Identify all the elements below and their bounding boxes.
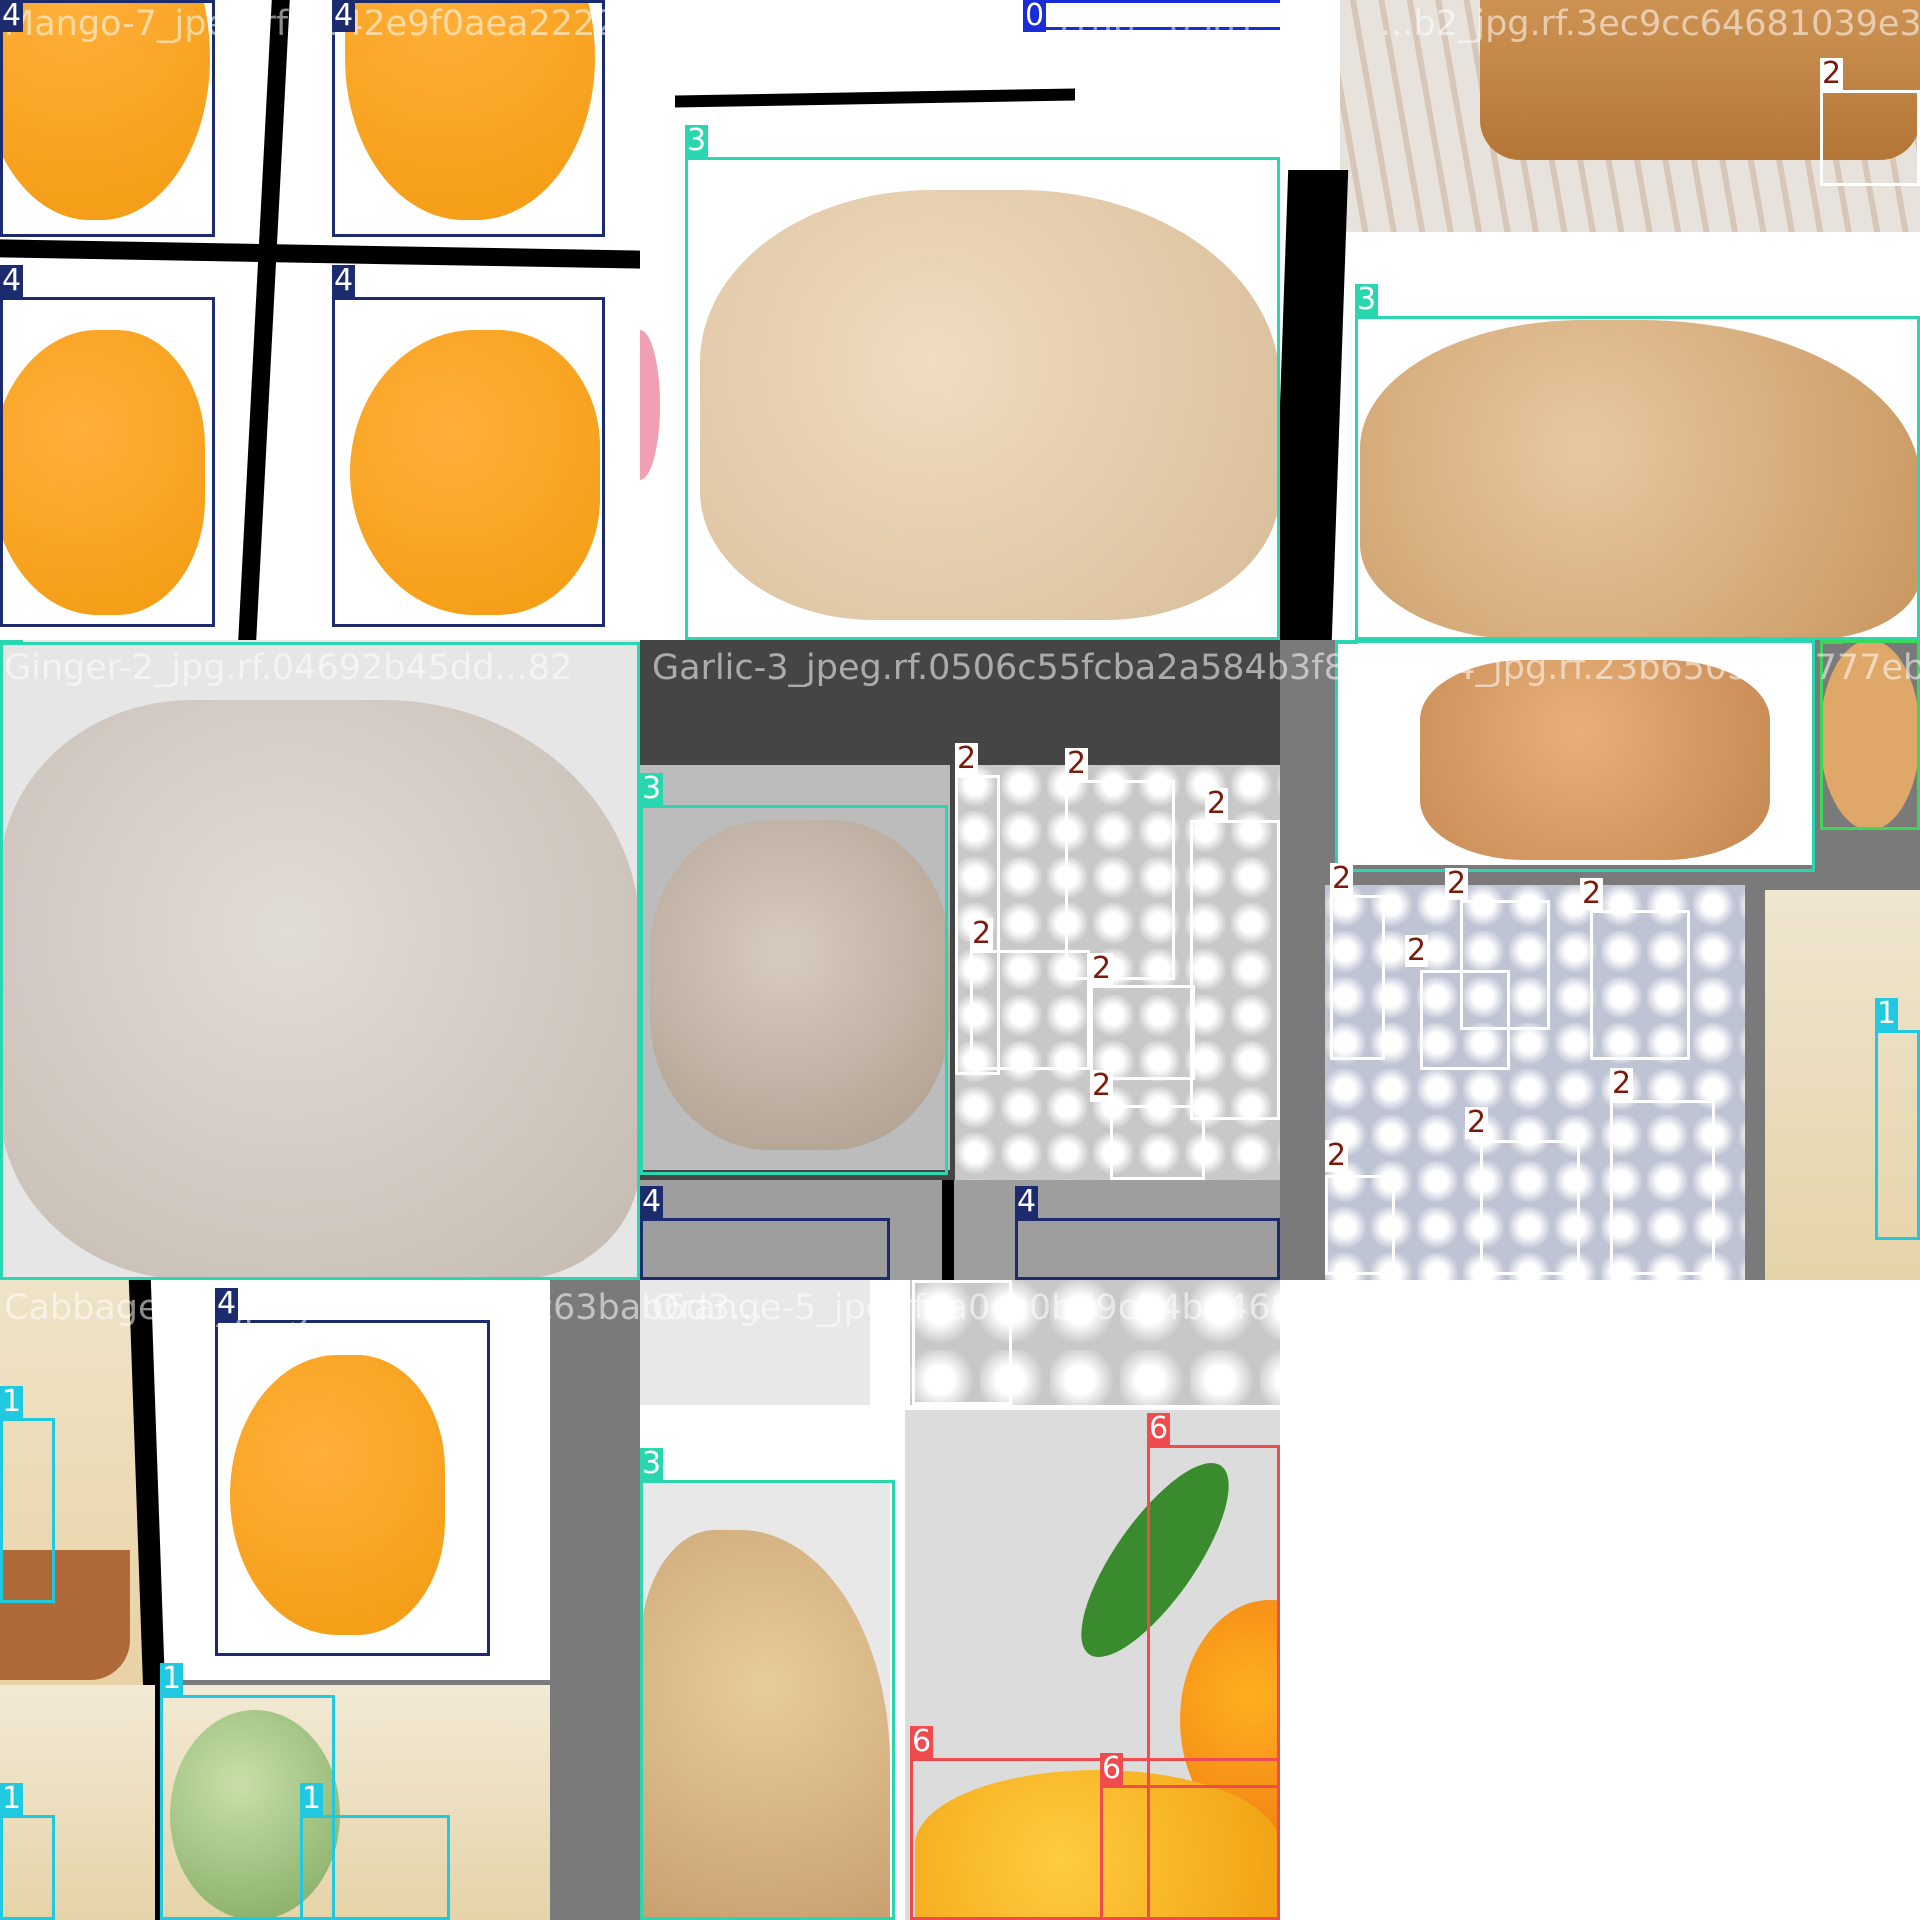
filename-caption: ...ato-4_jpg.rf.23b6503e4a777ebde6 bbox=[1350, 648, 1920, 688]
filename-caption: Ginger-2_jpg.rf.04692b45dd...82 bbox=[4, 648, 573, 688]
class-label: 1 bbox=[0, 1384, 24, 1419]
garlic-tile: 3 8 1 2 2 2 2 2 2 2 bbox=[1280, 640, 1920, 1280]
class-label: 3 bbox=[1355, 282, 1379, 317]
bbox-ginger bbox=[640, 805, 948, 1175]
class-label: 2 bbox=[1090, 951, 1114, 986]
class-label: 2 bbox=[970, 916, 994, 951]
class-label: 6 bbox=[910, 1724, 934, 1759]
class-label: 2 bbox=[1090, 1068, 1114, 1103]
filename-caption: ...b2_jpg.rf.3ec9cc64681039e31dc bbox=[1380, 4, 1920, 44]
garlic-tile: 3 2 2 2 2 2 2 4 4 bbox=[640, 640, 1280, 1280]
bbox-ginger bbox=[685, 157, 1280, 640]
bbox-garlic bbox=[1190, 820, 1280, 1120]
cabbage-tile: 4 1 1 1 1 bbox=[0, 1280, 640, 1920]
class-label: 1 bbox=[1875, 996, 1899, 1031]
class-label: 2 bbox=[1445, 866, 1469, 901]
class-label: 4 bbox=[0, 0, 24, 33]
class-label: 4 bbox=[0, 263, 24, 298]
bbox-mango bbox=[1015, 1218, 1280, 1280]
class-label: 2 bbox=[1820, 56, 1844, 91]
class-label: 6 bbox=[1100, 1751, 1124, 1786]
black-wedge bbox=[0, 239, 640, 269]
bbox-garlic bbox=[1325, 1175, 1395, 1275]
class-label: 3 bbox=[1335, 640, 1359, 644]
bbox-garlic bbox=[1420, 970, 1510, 1070]
bbox-cabbage bbox=[1875, 1030, 1920, 1240]
class-label: 2 bbox=[1580, 876, 1604, 911]
ginger-tile: 3 bbox=[0, 640, 640, 1280]
class-label: 6 bbox=[1147, 1411, 1171, 1446]
filename-caption: Apple-5_jpg.rf.47e87a051ab...b381... bbox=[640, 4, 1291, 44]
class-label: 4 bbox=[640, 1184, 664, 1219]
class-label: 2 bbox=[1325, 1138, 1349, 1173]
class-label: 4 bbox=[332, 0, 356, 33]
mango-tile: 4 4 4 4 bbox=[0, 0, 640, 640]
bbox-ginger bbox=[1355, 316, 1920, 640]
bbox-garlic bbox=[1480, 1140, 1580, 1275]
bbox-cabbage bbox=[0, 1815, 55, 1920]
bbox-orange bbox=[1100, 1785, 1280, 1920]
bbox-garlic bbox=[1330, 895, 1385, 1060]
class-label: 3 bbox=[685, 123, 709, 158]
black-wedge bbox=[942, 1180, 954, 1280]
bbox-garlic bbox=[1090, 985, 1195, 1080]
class-label: 2 bbox=[1465, 1105, 1489, 1140]
ginger-tile: 2 3 bbox=[1280, 0, 1920, 640]
bbox-garlic bbox=[1110, 1105, 1205, 1180]
class-label: 2 bbox=[1205, 786, 1229, 821]
class-label: 2 bbox=[1330, 861, 1354, 896]
bbox-mango bbox=[640, 1218, 890, 1280]
class-label: 4 bbox=[1015, 1184, 1039, 1219]
bbox-garlic bbox=[1590, 910, 1690, 1060]
class-label: 3 bbox=[0, 640, 24, 644]
class-label: 2 bbox=[1065, 746, 1089, 781]
filename-caption: Cabbage-10_jpeg.rf.547875e9c63bab6d3... bbox=[4, 1288, 764, 1328]
class-label: 0 bbox=[1023, 0, 1047, 33]
bbox-ginger bbox=[0, 642, 640, 1280]
black-wedge bbox=[1280, 170, 1349, 640]
class-label: 2 bbox=[955, 741, 979, 776]
class-label: 3 bbox=[640, 1446, 664, 1481]
class-label: 8 bbox=[1820, 640, 1844, 644]
bbox-cabbage bbox=[0, 1418, 55, 1603]
black-wedge bbox=[238, 0, 290, 640]
bbox-mango bbox=[332, 297, 605, 627]
bbox-mango bbox=[0, 297, 215, 627]
bbox-mango bbox=[215, 1320, 490, 1656]
bbox-cabbage bbox=[300, 1815, 450, 1920]
class-label: 1 bbox=[300, 1781, 324, 1816]
ginger-tile: 3 0 bbox=[640, 0, 1280, 640]
class-label: 4 bbox=[332, 263, 356, 298]
class-label: 1 bbox=[160, 1661, 184, 1696]
class-label: 1 bbox=[0, 1781, 24, 1816]
bbox-ginger bbox=[640, 1480, 895, 1920]
black-wedge bbox=[675, 88, 1075, 108]
filename-caption: Orange-5_jpg.rf.fa0cc0bd9cb4bd4687ae66bb bbox=[652, 1288, 1447, 1328]
filename-caption: Garlic-3_jpeg.rf.0506c55fcba2a584b3f8... bbox=[652, 648, 1380, 688]
class-label: 4 bbox=[215, 1286, 239, 1321]
bbox-garlic bbox=[1610, 1100, 1715, 1275]
apple-image bbox=[640, 330, 660, 480]
class-label: 2 bbox=[1405, 933, 1429, 968]
bbox-garlic bbox=[1820, 90, 1920, 186]
orange-tile: 6 6 6 3 2 bbox=[640, 1280, 1280, 1920]
class-label: 3 bbox=[640, 771, 664, 806]
bbox-garlic bbox=[970, 950, 1090, 1070]
class-label: 2 bbox=[1610, 1066, 1634, 1101]
